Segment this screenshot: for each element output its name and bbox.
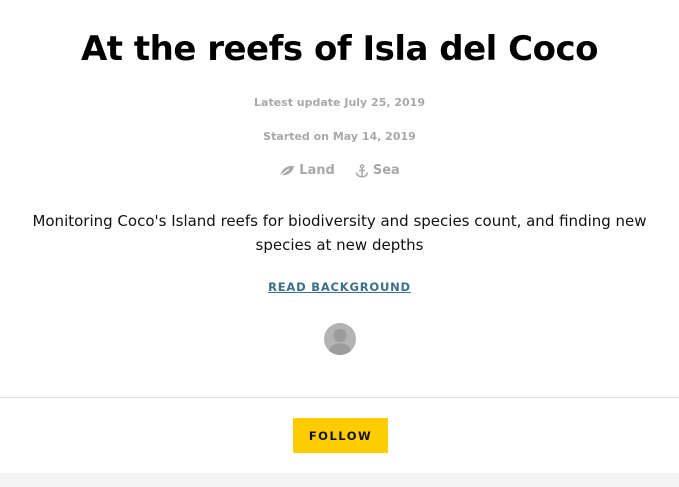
tag-sea: Sea: [355, 163, 400, 178]
avatar[interactable]: [324, 323, 356, 355]
expedition-page: At the reefs of Isla del Coco Latest upd…: [0, 0, 679, 487]
tag-list: Land Sea: [0, 163, 679, 178]
user-silhouette-icon: [328, 329, 352, 355]
expedition-description: Monitoring Coco's Island reefs for biodi…: [32, 212, 647, 254]
tag-land-label: Land: [299, 163, 335, 178]
read-background-wrapper: READ BACKGROUND: [0, 276, 679, 295]
tag-land: Land: [279, 163, 335, 178]
section-divider: [0, 397, 679, 398]
latest-update-text: Latest update July 25, 2019: [254, 96, 425, 109]
page-title: At the reefs of Isla del Coco: [80, 29, 599, 69]
follow-button[interactable]: FOLLOW: [293, 418, 388, 453]
read-background-link[interactable]: READ BACKGROUND: [268, 280, 411, 294]
started-date-text: Started on May 14, 2019: [263, 130, 416, 143]
anchor-icon: [355, 163, 369, 178]
leaf-icon: [279, 165, 295, 177]
tag-sea-label: Sea: [372, 163, 400, 178]
footer-band: [0, 473, 679, 487]
